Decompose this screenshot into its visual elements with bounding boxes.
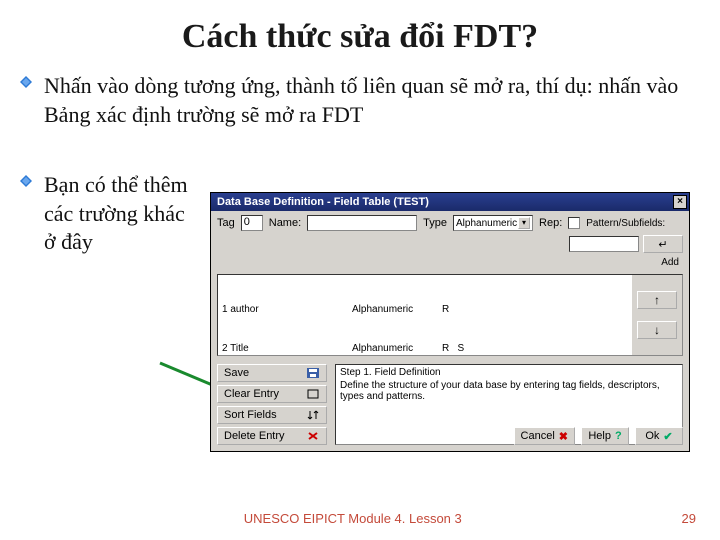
- field-list: 1 authorAlphanumericR 2 TitleAlphanumeri…: [217, 274, 683, 356]
- bullet-1-text: Nhấn vào dòng tương ứng, thành tố liên q…: [44, 73, 678, 127]
- cancel-button[interactable]: Cancel ✖: [514, 427, 575, 445]
- slide-footer: UNESCO EIPICT Module 4. Lesson 3 29: [0, 511, 720, 526]
- pattern-input[interactable]: [569, 236, 639, 252]
- table-row: 2 TitleAlphanumericR S: [222, 342, 628, 355]
- clear-icon: [306, 388, 320, 400]
- sort-icon: [306, 409, 320, 421]
- sort-fields-button[interactable]: Sort Fields: [217, 406, 327, 424]
- chevron-down-icon[interactable]: ▾: [518, 217, 530, 229]
- type-select[interactable]: Alphanumeric ▾: [453, 215, 533, 231]
- save-icon: [306, 367, 320, 379]
- add-button[interactable]: ↵: [643, 235, 683, 253]
- step-text: Define the structure of your data base b…: [340, 380, 678, 402]
- add-label: Add: [211, 257, 689, 270]
- move-up-button[interactable]: ↑: [637, 291, 677, 309]
- page-number: 29: [682, 511, 696, 526]
- bullet-1: Nhấn vào dòng tương ứng, thành tố liên q…: [0, 66, 720, 135]
- fdt-dialog: Data Base Definition - Field Table (TEST…: [210, 192, 690, 452]
- dialog-title: Data Base Definition - Field Table (TEST…: [217, 196, 429, 208]
- dialog-titlebar[interactable]: Data Base Definition - Field Table (TEST…: [211, 193, 689, 211]
- return-icon: ↵: [658, 238, 667, 251]
- label-pattern: Pattern/Subfields:: [586, 218, 665, 229]
- cancel-icon: ✖: [559, 430, 568, 443]
- ok-button[interactable]: Ok ✔: [635, 427, 683, 445]
- step-title: Step 1. Field Definition: [340, 367, 678, 378]
- bullet-2-text: Bạn có thể thêm các trường khác ở đây: [44, 172, 188, 254]
- rep-checkbox[interactable]: [568, 217, 580, 229]
- label-rep: Rep:: [539, 217, 562, 229]
- diamond-icon: [20, 175, 32, 187]
- tag-input[interactable]: 0: [241, 215, 263, 231]
- help-button[interactable]: Help ?: [581, 427, 629, 445]
- bullet-2: Bạn có thể thêm các trường khác ở đây: [0, 165, 220, 263]
- label-tag: Tag: [217, 217, 235, 229]
- delete-icon: [306, 430, 320, 442]
- name-input[interactable]: [307, 215, 417, 231]
- ok-icon: ✔: [663, 430, 672, 443]
- save-button[interactable]: Save: [217, 364, 327, 382]
- label-type: Type: [423, 217, 447, 229]
- slide-title: Cách thức sửa đổi FDT?: [0, 0, 720, 66]
- help-icon: ?: [615, 430, 622, 442]
- clear-entry-button[interactable]: Clear Entry: [217, 385, 327, 403]
- field-list-body[interactable]: 1 authorAlphanumericR 2 TitleAlphanumeri…: [218, 275, 632, 355]
- type-selected: Alphanumeric: [456, 218, 517, 229]
- label-name: Name:: [269, 217, 301, 229]
- diamond-icon: [20, 76, 32, 88]
- move-down-button[interactable]: ↓: [637, 321, 677, 339]
- close-icon[interactable]: ×: [673, 195, 687, 209]
- footer-text: UNESCO EIPICT Module 4. Lesson 3: [244, 511, 462, 526]
- table-row: 1 authorAlphanumericR: [222, 303, 628, 316]
- delete-entry-button[interactable]: Delete Entry: [217, 427, 327, 445]
